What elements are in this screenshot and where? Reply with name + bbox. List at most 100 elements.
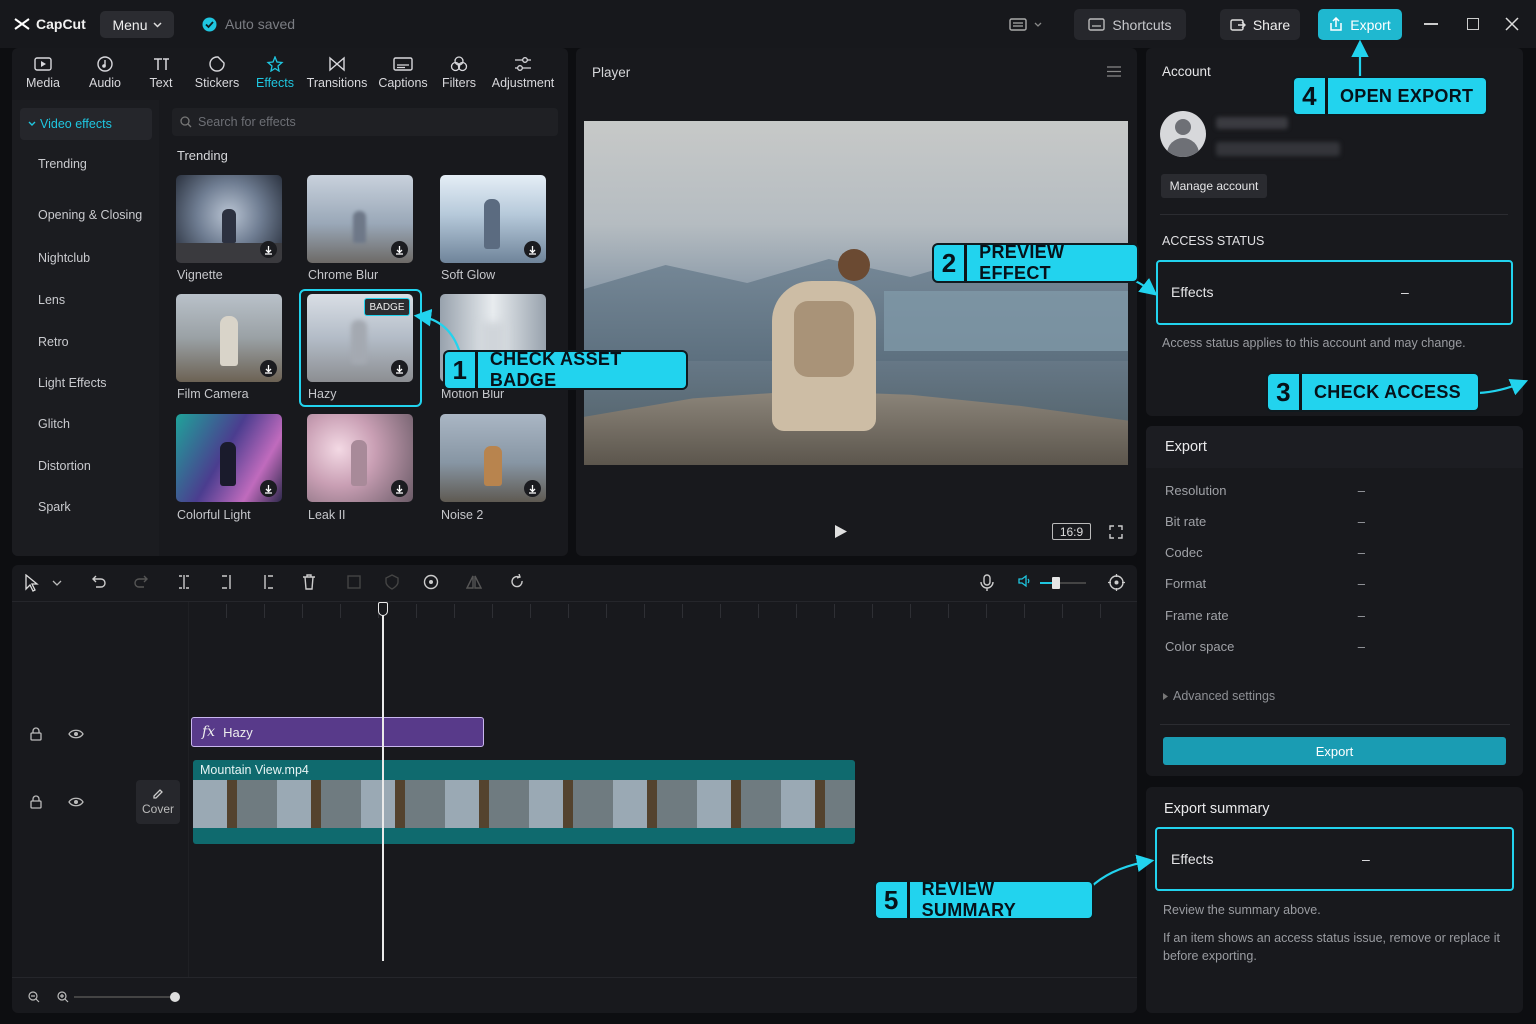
download-icon[interactable] [260,241,277,258]
volume-slider-thumb[interactable] [1052,577,1060,589]
tab-label: Text [149,76,173,90]
undo-icon[interactable] [91,574,107,590]
summary-note: Review the summary above. [1163,903,1321,917]
person-figure [353,211,366,243]
tab-media[interactable]: Media [12,48,74,100]
download-icon[interactable] [524,241,541,258]
playhead[interactable] [382,604,384,961]
rotate-icon[interactable] [509,574,525,590]
microphone-icon[interactable] [980,574,994,591]
lock-icon[interactable] [30,727,42,741]
effect-thumb-film-camera[interactable] [176,294,282,382]
split-icon[interactable] [176,574,192,590]
download-icon[interactable] [524,480,541,497]
sidebar-item-nightclub[interactable]: Nightclub [20,248,152,268]
account-title: Account [1162,64,1211,79]
zoom-slider-thumb[interactable] [170,992,180,1002]
minimize-icon[interactable] [1424,23,1438,25]
snap-icon[interactable] [1108,574,1125,591]
maximize-icon[interactable] [1467,18,1479,30]
effect-thumb-soft-glow[interactable] [440,175,546,263]
effects-search[interactable]: Search for effects [172,108,558,136]
export-row-resolution[interactable]: Resolution – [1165,483,1365,498]
sidebar-item-glitch[interactable]: Glitch [20,414,152,434]
adjustment-icon [515,57,531,71]
menu-button[interactable]: Menu [100,11,174,38]
download-icon[interactable] [391,360,408,377]
video-preview[interactable] [584,121,1128,465]
sidebar-item-distortion[interactable]: Distortion [20,434,152,497]
shield-icon [385,574,399,590]
eye-icon[interactable] [68,728,84,740]
sidebar-item-lens[interactable]: Lens [20,268,152,332]
lock-icon[interactable] [30,795,42,809]
tab-text[interactable]: Text [136,48,186,100]
zoom-in-icon[interactable] [57,991,69,1003]
close-icon[interactable] [1505,17,1519,31]
shortcut-keyboard-icon [1088,18,1106,31]
cover-button[interactable]: Cover [136,780,180,824]
tab-effects[interactable]: Effects [248,48,302,100]
export-row-format[interactable]: Format – [1165,576,1365,591]
download-icon[interactable] [391,480,408,497]
eye-icon[interactable] [68,796,84,808]
play-icon[interactable] [834,524,848,539]
hamburger-menu-icon[interactable] [1107,66,1121,77]
fullscreen-icon[interactable] [1109,525,1123,539]
sidebar-item-retro[interactable]: Retro [20,332,152,352]
playhead-handle[interactable] [378,602,388,616]
advanced-settings-toggle[interactable]: Advanced settings [1163,689,1275,703]
tab-stickers[interactable]: Stickers [186,48,248,100]
tab-adjustment[interactable]: Adjustment [484,48,562,100]
share-button[interactable]: Share [1220,9,1300,40]
effect-label: Noise 2 [441,508,484,522]
effect-thumb-chrome-blur[interactable] [307,175,413,263]
effect-thumb-noise-2[interactable] [440,414,546,502]
effect-thumb-hazy[interactable]: BADGE [307,294,413,382]
export-row-codec[interactable]: Codec – [1165,545,1365,560]
chevron-down-icon [28,121,36,126]
download-icon[interactable] [260,480,277,497]
manage-account-button[interactable]: Manage account [1161,174,1267,198]
effect-thumb-vignette[interactable] [176,175,282,263]
effect-clip-hazy[interactable]: fx Hazy [191,717,484,747]
volume-icon[interactable] [1018,574,1032,588]
tab-transitions[interactable]: Transitions [302,48,372,100]
layout-button[interactable] [1004,9,1046,40]
track-header-divider [188,602,189,977]
export-row-color-space[interactable]: Color space – [1165,639,1365,654]
avatar [1160,111,1206,157]
split-right-icon[interactable] [260,574,276,590]
export-button[interactable]: Export [1163,737,1506,765]
zoom-out-icon[interactable] [28,991,40,1003]
sidebar-item-trending[interactable]: Trending [20,146,152,182]
access-status-box: Effects – [1156,260,1513,325]
sidebar-item-light-effects[interactable]: Light Effects [20,352,152,414]
aspect-ratio-button[interactable]: 16:9 [1052,523,1091,540]
download-icon[interactable] [391,241,408,258]
export-row-bitrate[interactable]: Bit rate – [1165,514,1365,529]
speed-icon[interactable] [423,574,439,590]
sidebar-item-opening-closing[interactable]: Opening & Closing [20,182,152,248]
title-bar: CapCut Menu Auto saved Shortcuts Share E… [0,0,1536,48]
search-icon [180,116,192,128]
select-tool-icon[interactable] [24,574,64,592]
video-clip-label: Mountain View.mp4 [200,763,309,777]
zoom-slider-track[interactable] [74,996,176,998]
delete-icon[interactable] [301,574,317,590]
tab-label: Filters [441,76,477,90]
split-left-icon[interactable] [219,574,235,590]
download-icon[interactable] [260,360,277,377]
export-button-top[interactable]: Export [1318,9,1402,40]
tab-audio[interactable]: Audio [74,48,136,100]
video-clip[interactable]: Mountain View.mp4 [193,760,855,844]
effect-thumb-leak-ii[interactable] [307,414,413,502]
effect-thumb-colorful-light[interactable] [176,414,282,502]
effect-label: Leak II [308,508,346,522]
export-row-frame-rate[interactable]: Frame rate – [1165,608,1365,623]
tab-captions[interactable]: Captions [372,48,434,100]
tab-filters[interactable]: Filters [434,48,484,100]
sidebar-item-spark[interactable]: Spark [20,497,152,517]
shortcuts-button[interactable]: Shortcuts [1074,9,1186,40]
video-effects-section[interactable]: Video effects [20,108,152,140]
